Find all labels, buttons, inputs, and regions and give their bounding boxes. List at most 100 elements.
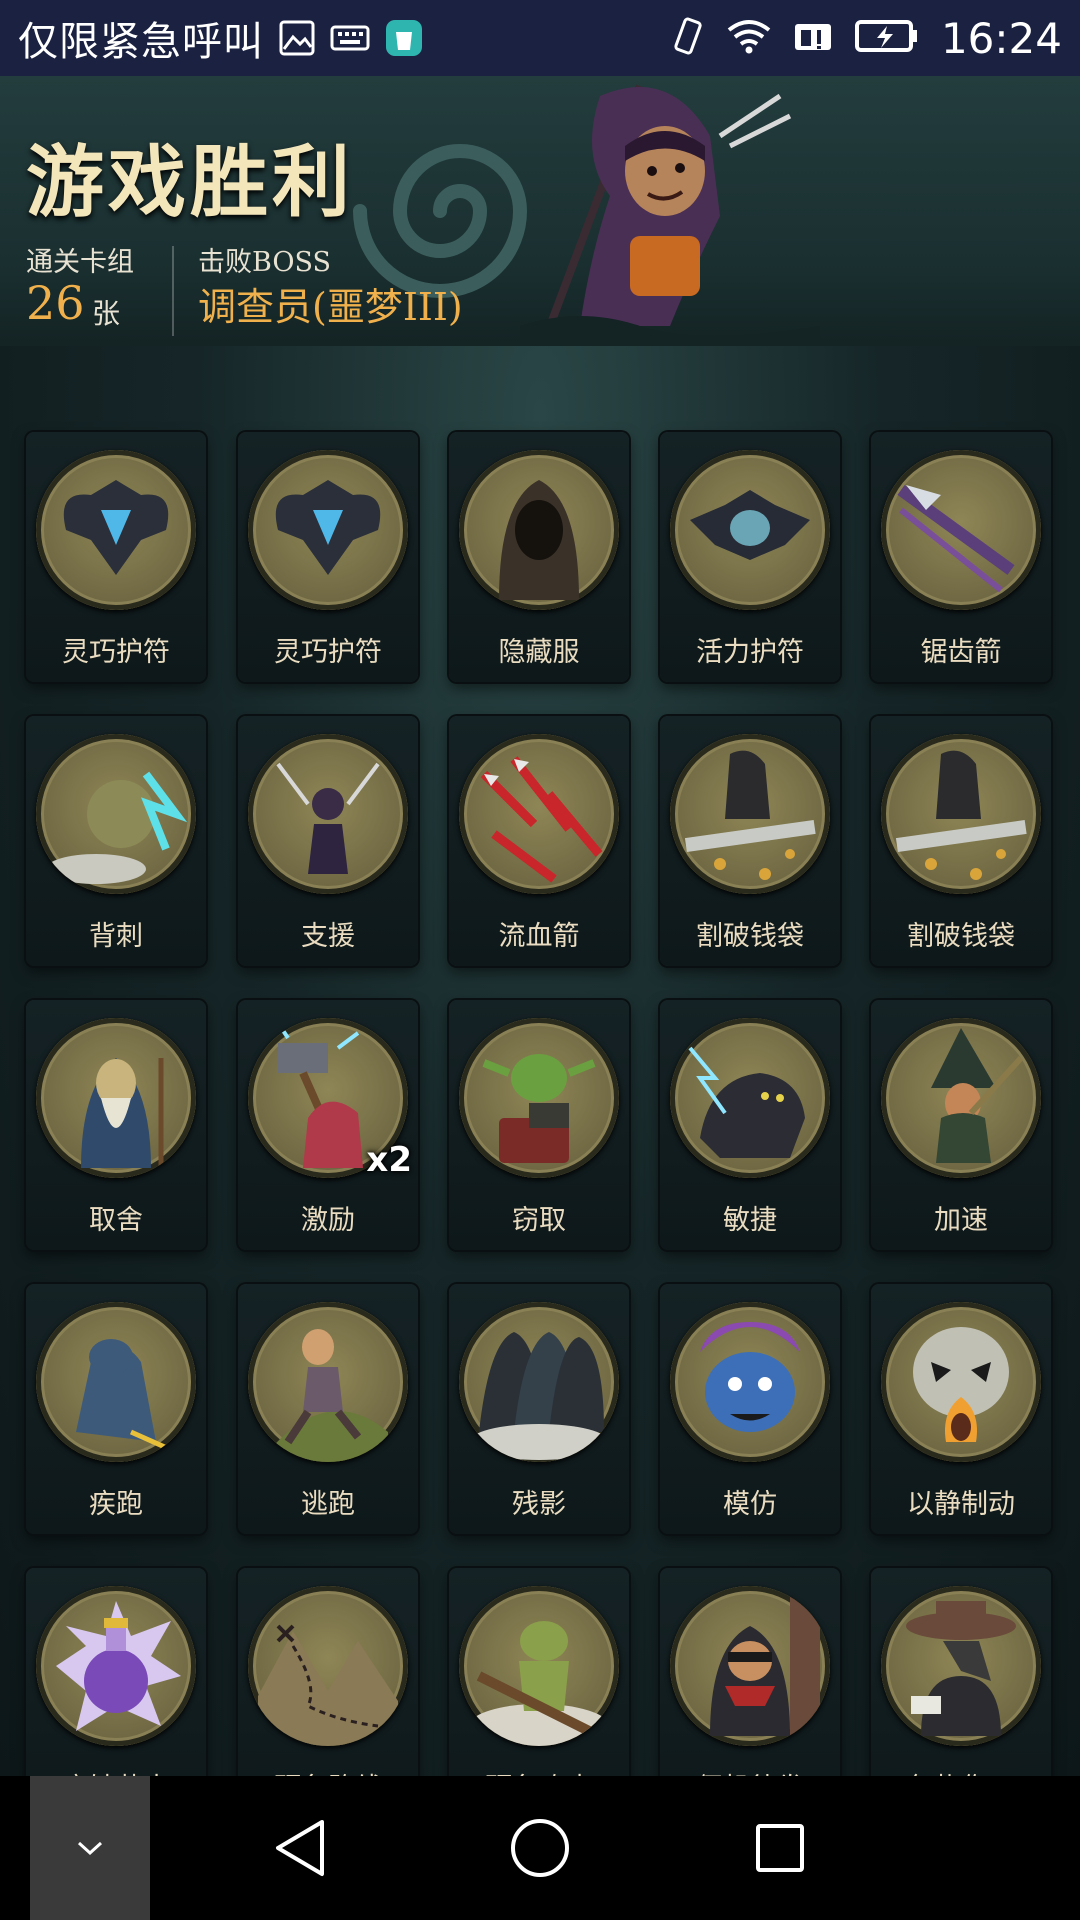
reward-card[interactable]: 腐蚀药水 <box>26 1568 206 1776</box>
card-name: 灵巧护符 <box>274 637 382 668</box>
old-sage-icon <box>36 1018 196 1178</box>
witch-icon <box>881 1018 1041 1178</box>
card-name: 流血箭 <box>498 921 580 952</box>
sim-icon <box>793 18 833 58</box>
card-name: 以静制动 <box>907 1489 1015 1520</box>
reward-card[interactable]: 激励 x2 <box>238 1000 418 1250</box>
home-button[interactable] <box>504 1812 576 1884</box>
boss-label: 击败BOSS <box>198 247 331 278</box>
reward-card[interactable]: 预备路线 <box>238 1568 418 1776</box>
deck-count: 26 <box>26 276 85 330</box>
reward-card[interactable]: 流血箭 <box>449 716 629 966</box>
afterimage-icon <box>459 1302 619 1462</box>
ninja-icon <box>670 1586 830 1746</box>
card-name: 腐蚀药水 <box>26 1766 206 1776</box>
bat-amulet-icon <box>670 450 830 610</box>
deck-unit: 张 <box>92 297 121 330</box>
serrated-arrow-icon <box>881 450 1041 610</box>
card-name: 支援 <box>301 921 355 952</box>
potion-icon <box>36 1586 196 1746</box>
hooded-cloak-icon <box>459 450 619 610</box>
clock: 16:24 <box>940 13 1062 63</box>
vibrate-icon <box>671 16 705 60</box>
reward-card[interactable]: 敏捷 <box>660 1000 840 1250</box>
reward-card[interactable]: 活力护符 <box>660 432 840 682</box>
reward-card[interactable]: 割破钱袋 <box>660 716 840 966</box>
blue-troll-icon <box>670 1302 830 1462</box>
card-name: 逃跑 <box>301 1489 355 1520</box>
recents-square-icon <box>756 1824 804 1872</box>
reward-card[interactable]: 加速 <box>871 1000 1051 1250</box>
reward-card[interactable]: 灵巧护符 <box>26 432 206 682</box>
navigation-bar <box>0 1776 1080 1920</box>
card-name: 隐藏服 <box>498 637 580 668</box>
boss-name: 调查员(噩梦III) <box>198 285 463 329</box>
card-name: 模仿 <box>723 1489 777 1520</box>
goblin-attack-icon <box>459 1586 619 1746</box>
shield-amulet-icon <box>248 450 408 610</box>
hide-nav-button[interactable] <box>30 1776 150 1920</box>
card-count-badge: x2 <box>366 1140 412 1180</box>
card-name: 包扎伤口 <box>871 1766 1051 1776</box>
card-name: 预备路线 <box>238 1766 418 1776</box>
victory-screen: 游戏胜利 通关卡组 26 张 击败BOSS 调查员(噩梦III) 灵巧护符 灵巧护… <box>0 76 1080 1776</box>
carrier-text: 仅限紧急呼叫 <box>18 19 264 65</box>
running-wolf-icon <box>36 1302 196 1462</box>
reward-card[interactable]: 锯齿箭 <box>871 432 1051 682</box>
status-bar: 仅限紧急呼叫 16:24 <box>0 0 1080 76</box>
reward-card[interactable]: 模仿 <box>660 1284 840 1534</box>
goblin-thief-icon <box>459 1018 619 1178</box>
reward-card[interactable]: 伺机待发 <box>660 1568 840 1776</box>
recents-button[interactable] <box>744 1812 816 1884</box>
card-name: 窃取 <box>512 1205 566 1236</box>
deck-label: 通关卡组 <box>26 247 134 278</box>
reward-card[interactable]: 包扎伤口 <box>871 1568 1051 1776</box>
reward-card[interactable]: 支援 <box>238 716 418 966</box>
card-name: 加速 <box>934 1205 988 1236</box>
wifi-icon <box>727 18 771 58</box>
card-name: 活力护符 <box>696 637 804 668</box>
slash-purse-icon <box>881 734 1041 894</box>
bleeding-arrows-icon <box>459 734 619 894</box>
victory-title: 游戏胜利 <box>26 137 355 228</box>
card-name: 疾跑 <box>89 1489 143 1520</box>
fleeing-man-icon <box>248 1302 408 1462</box>
card-name: 锯齿箭 <box>920 637 1002 668</box>
map-route-icon <box>248 1586 408 1746</box>
reward-card[interactable]: 背刺 <box>26 716 206 966</box>
stat-divider <box>172 246 174 336</box>
card-name: 灵巧护符 <box>62 637 170 668</box>
reward-card[interactable]: 疾跑 <box>26 1284 206 1534</box>
card-name: 残影 <box>512 1489 566 1520</box>
reward-card[interactable]: 割破钱袋 <box>871 716 1051 966</box>
card-name: 敏捷 <box>723 1205 777 1236</box>
reward-card[interactable]: 隐藏服 <box>449 432 629 682</box>
home-circle-icon <box>511 1819 569 1877</box>
reward-card[interactable]: 灵巧护符 <box>238 432 418 682</box>
support-icon <box>248 734 408 894</box>
app-store-icon <box>384 18 424 58</box>
reward-card[interactable]: 窃取 <box>449 1000 629 1250</box>
skull-flame-icon <box>881 1302 1041 1462</box>
reward-card[interactable]: 残影 <box>449 1284 629 1534</box>
card-name: 割破钱袋 <box>696 921 804 952</box>
card-name: 激励 <box>301 1205 355 1236</box>
reward-card[interactable]: 逃跑 <box>238 1284 418 1534</box>
reward-card[interactable]: 以静制动 <box>871 1284 1051 1534</box>
plague-doctor-icon <box>881 1586 1041 1746</box>
back-button[interactable] <box>264 1812 336 1884</box>
card-name: 背刺 <box>89 921 143 952</box>
slash-purse-icon <box>670 734 830 894</box>
rogue-hero-art <box>520 84 820 346</box>
panther-icon <box>670 1018 830 1178</box>
chevron-down-icon <box>77 1841 103 1856</box>
reward-card[interactable]: 预备攻击 <box>449 1568 629 1776</box>
keyboard-icon <box>330 23 370 53</box>
backstab-icon <box>36 734 196 894</box>
image-icon <box>278 19 316 57</box>
card-name: 取舍 <box>89 1205 143 1236</box>
reward-card[interactable]: 取舍 <box>26 1000 206 1250</box>
card-name: 伺机待发 <box>660 1766 840 1776</box>
back-triangle-icon <box>276 1820 324 1876</box>
card-name: 预备攻击 <box>449 1766 629 1776</box>
